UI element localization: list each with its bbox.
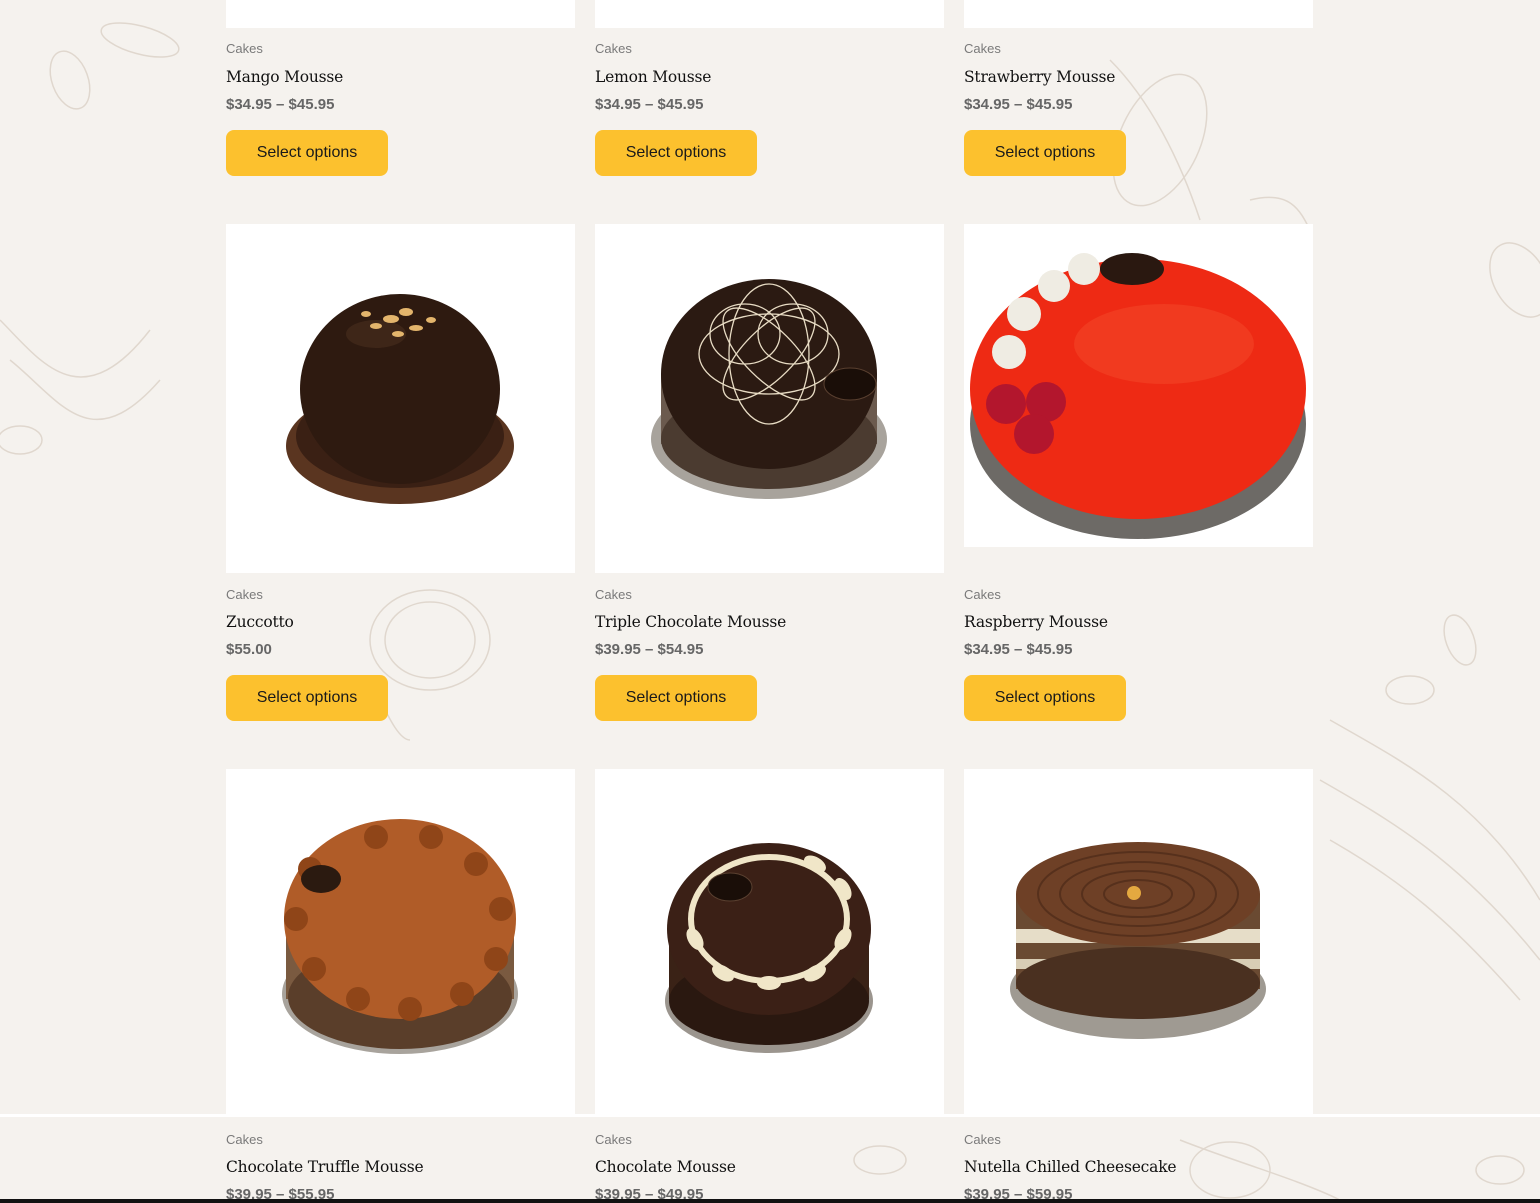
product-title[interactable]: Raspberry Mousse (964, 613, 1108, 631)
product-category[interactable]: Cakes (964, 41, 1001, 56)
product-title[interactable]: Chocolate Truffle Mousse (226, 1158, 424, 1176)
product-category[interactable]: Cakes (595, 1132, 632, 1147)
section-divider (0, 1114, 1540, 1117)
product-image[interactable] (595, 0, 944, 28)
product-price: $34.95 – $45.95 (964, 96, 1073, 113)
select-options-button[interactable]: Select options (595, 675, 757, 721)
product-title[interactable]: Lemon Mousse (595, 68, 711, 86)
product-category[interactable]: Cakes (595, 587, 632, 602)
product-category[interactable]: Cakes (226, 41, 263, 56)
product-title[interactable]: Chocolate Mousse (595, 1158, 736, 1176)
product-image[interactable] (226, 0, 575, 28)
product-price: $34.95 – $45.95 (964, 641, 1073, 658)
chocolate-mousse-image[interactable] (595, 769, 944, 1116)
zuccotto-cake-image[interactable] (226, 224, 575, 573)
raspberry-mousse-image[interactable] (964, 224, 1313, 547)
select-options-button[interactable]: Select options (595, 130, 757, 176)
product-price: $34.95 – $45.95 (226, 96, 335, 113)
product-category[interactable]: Cakes (964, 587, 1001, 602)
viewport-bottom-edge (0, 1199, 1540, 1203)
product-title[interactable]: Nutella Chilled Cheesecake (964, 1158, 1177, 1176)
product-title[interactable]: Strawberry Mousse (964, 68, 1115, 86)
select-options-button[interactable]: Select options (964, 675, 1126, 721)
product-category[interactable]: Cakes (226, 587, 263, 602)
product-image[interactable] (964, 0, 1313, 28)
product-category[interactable]: Cakes (226, 1132, 263, 1147)
product-price: $55.00 (226, 641, 272, 658)
product-grid: Cakes Mango Mousse $34.95 – $45.95 Selec… (0, 0, 1540, 1203)
chocolate-truffle-mousse-image[interactable] (226, 769, 575, 1116)
product-title[interactable]: Zuccotto (226, 613, 294, 631)
product-price: $34.95 – $45.95 (595, 96, 704, 113)
product-category[interactable]: Cakes (595, 41, 632, 56)
select-options-button[interactable]: Select options (226, 675, 388, 721)
product-price: $39.95 – $54.95 (595, 641, 704, 658)
product-title[interactable]: Mango Mousse (226, 68, 343, 86)
product-category[interactable]: Cakes (964, 1132, 1001, 1147)
triple-chocolate-mousse-image[interactable] (595, 224, 944, 573)
product-title[interactable]: Triple Chocolate Mousse (595, 613, 786, 631)
select-options-button[interactable]: Select options (226, 130, 388, 176)
select-options-button[interactable]: Select options (964, 130, 1126, 176)
nutella-cheesecake-image[interactable] (964, 769, 1313, 1116)
